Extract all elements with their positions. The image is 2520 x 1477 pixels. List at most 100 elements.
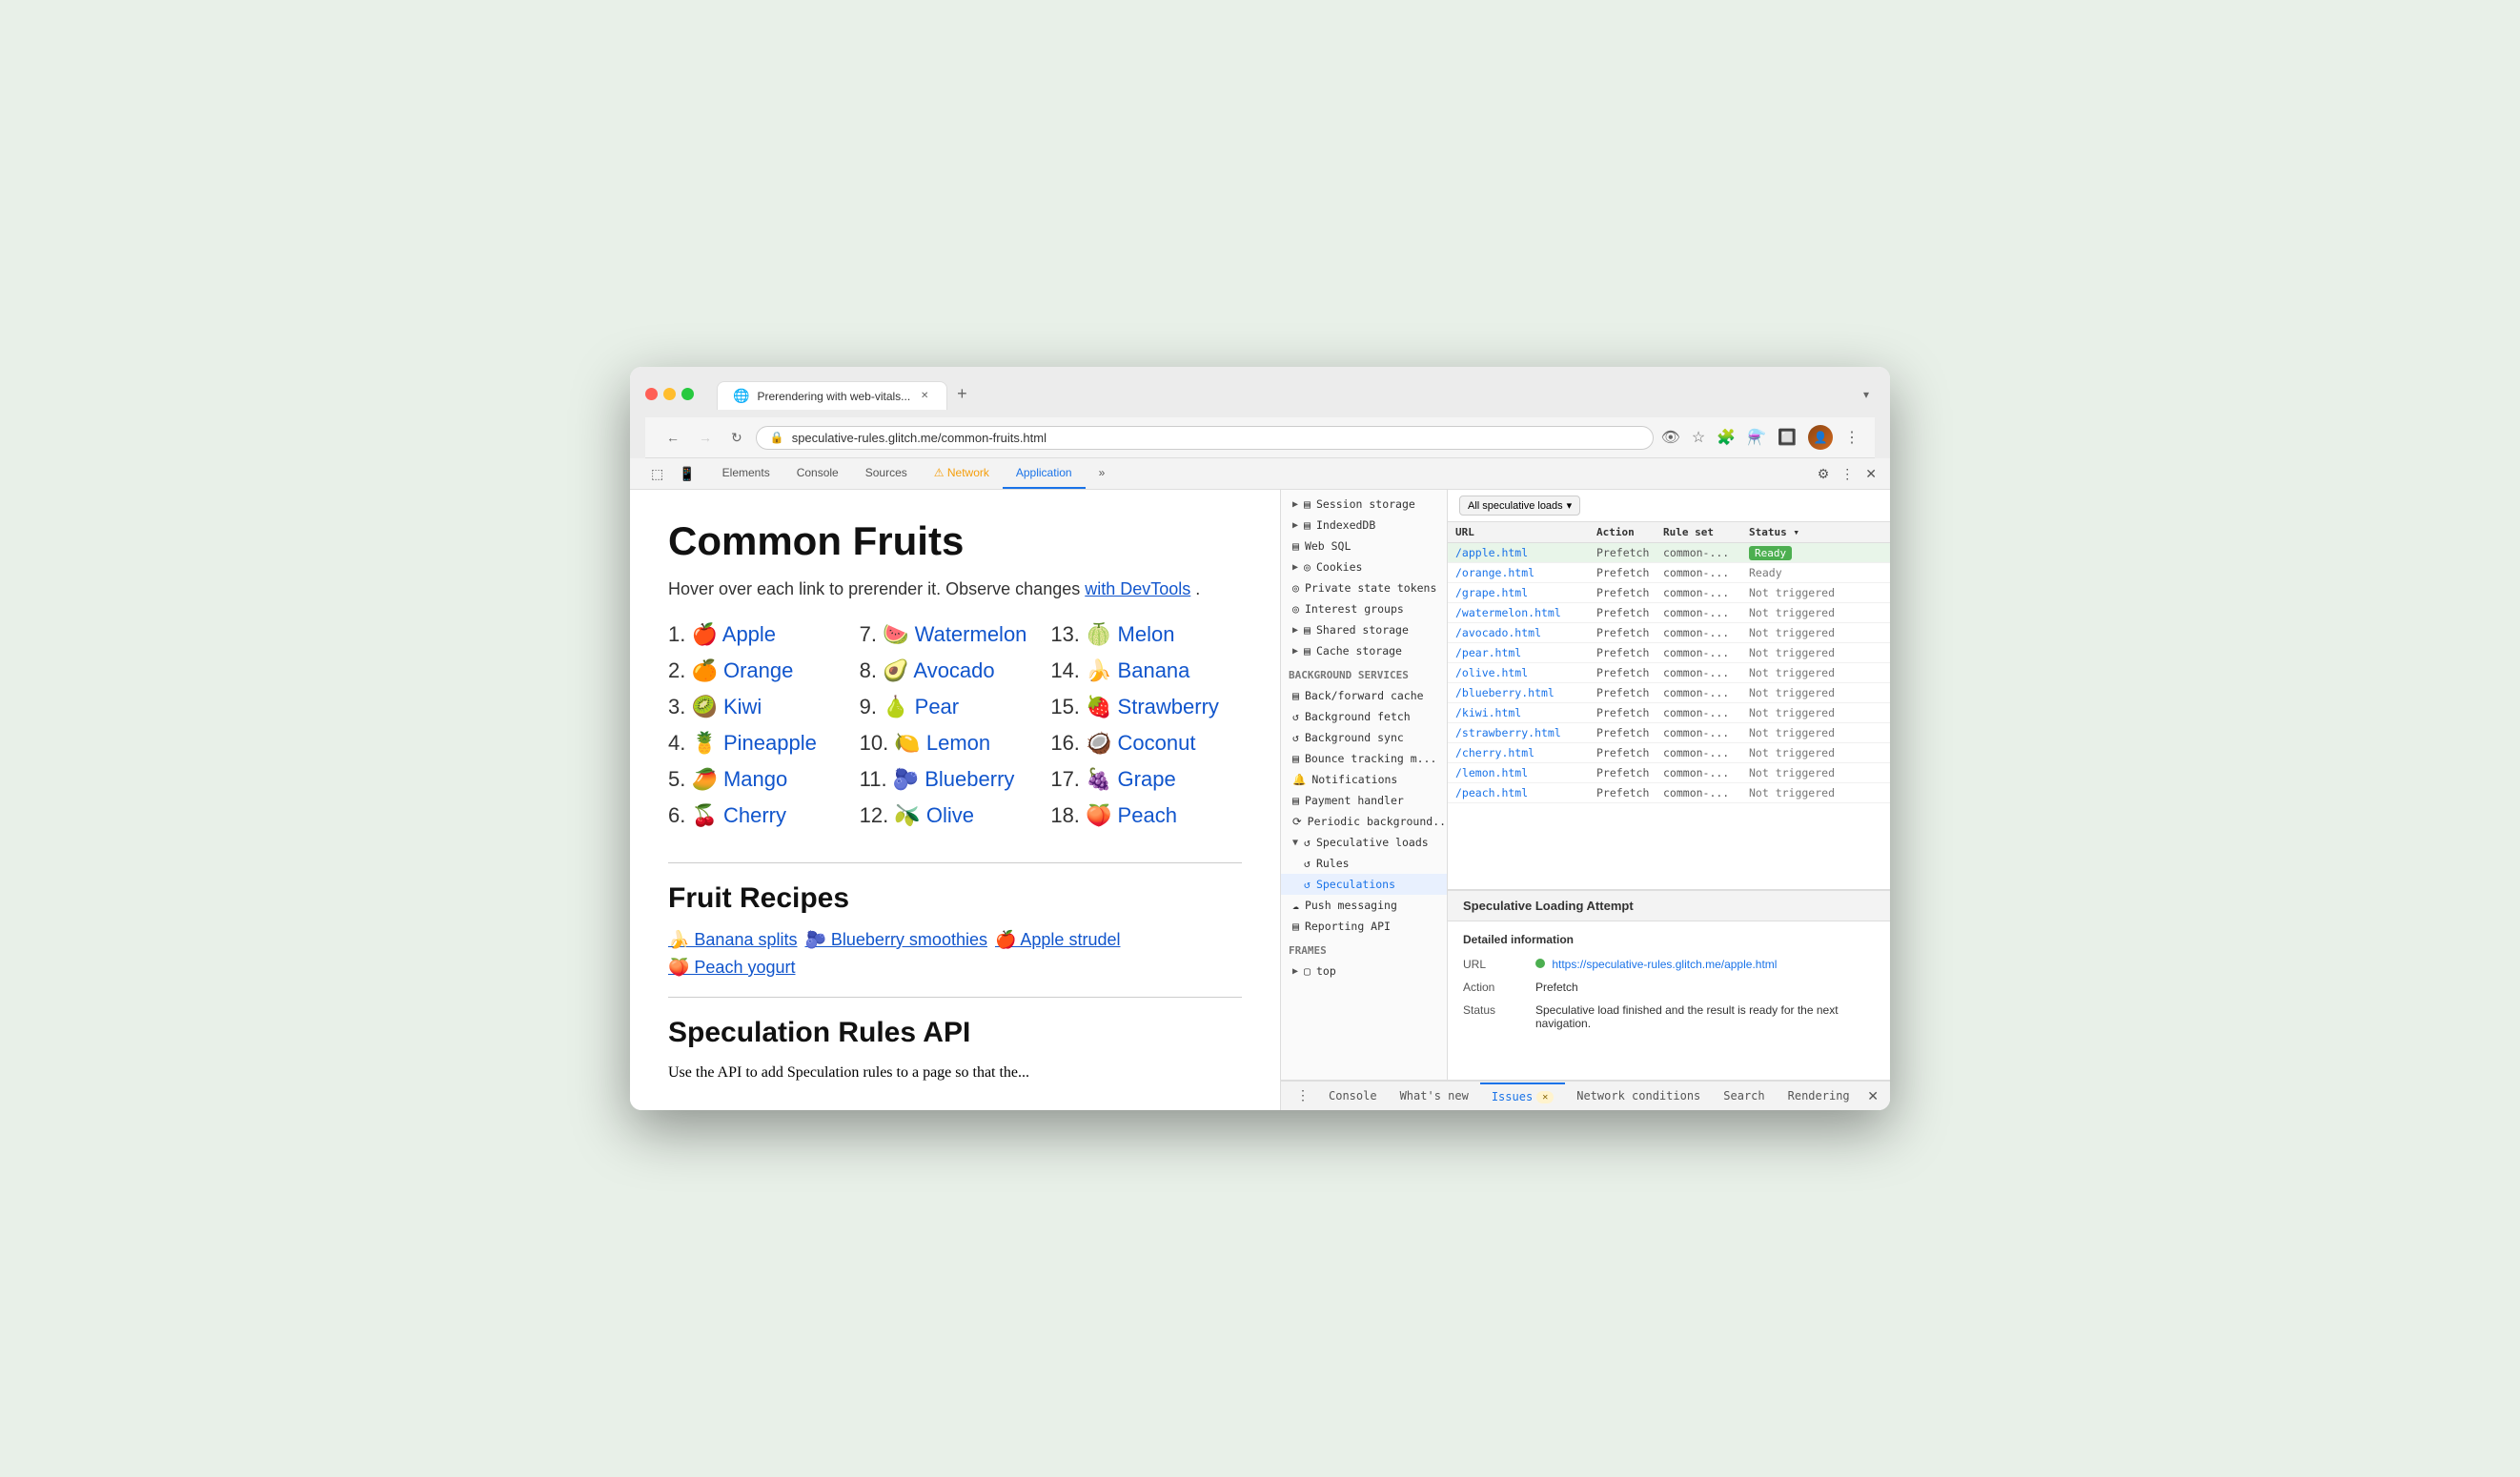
coconut-link[interactable]: Coconut xyxy=(1118,731,1196,755)
profile-icon[interactable]: ⚗️ xyxy=(1747,428,1766,447)
sidebar-item-cookies[interactable]: ▶ ◎ Cookies xyxy=(1281,556,1447,577)
tab-sources[interactable]: Sources xyxy=(852,458,921,489)
more-menu-icon[interactable]: ⋮ xyxy=(1844,428,1860,447)
sidebar-item-private-state[interactable]: ◎ Private state tokens xyxy=(1281,577,1447,598)
browser-tab[interactable]: 🌐 Prerendering with web-vitals... ✕ xyxy=(717,381,947,410)
devtools-link[interactable]: with DevTools xyxy=(1085,579,1190,598)
sidebar-item-rules[interactable]: ↺ Rules xyxy=(1281,853,1447,874)
table-row[interactable]: /orange.html Prefetch common-... Ready xyxy=(1448,563,1890,583)
sidebar-item-speculative-loads[interactable]: ▼ ↺ Speculative loads xyxy=(1281,832,1447,853)
avocado-link[interactable]: Avocado xyxy=(913,658,994,682)
peach-yogurt-link[interactable]: 🍑 Peach yogurt xyxy=(668,958,795,978)
table-row[interactable]: /kiwi.html Prefetch common-... Not trigg… xyxy=(1448,703,1890,723)
settings-button[interactable]: ⚙ xyxy=(1812,460,1836,488)
mango-link[interactable]: Mango xyxy=(723,767,787,791)
table-row[interactable]: /peach.html Prefetch common-... Not trig… xyxy=(1448,783,1890,803)
tab-more[interactable]: » xyxy=(1086,458,1119,489)
drawer-tab-rendering[interactable]: Rendering xyxy=(1777,1083,1861,1108)
sidebar-item-shared-storage[interactable]: ▶ ▤ Shared storage xyxy=(1281,619,1447,640)
drawer-tab-whats-new[interactable]: What's new xyxy=(1389,1083,1480,1108)
detail-url-link[interactable]: https://speculative-rules.glitch.me/appl… xyxy=(1552,958,1777,971)
sidebar-item-indexeddb[interactable]: ▶ ▤ IndexedDB xyxy=(1281,515,1447,536)
extension-icon[interactable]: 🧩 xyxy=(1717,428,1736,447)
col-action-header: Action xyxy=(1596,526,1663,538)
filter-button[interactable]: All speculative loads ▾ xyxy=(1459,496,1580,516)
melon-link[interactable]: Melon xyxy=(1118,622,1175,646)
new-tab-button[interactable]: + xyxy=(947,378,977,410)
watermelon-link[interactable]: Watermelon xyxy=(915,622,1027,646)
apple-link[interactable]: Apple xyxy=(722,622,776,646)
tab-close-button[interactable]: ✕ xyxy=(918,390,931,403)
sidebar-item-interest-groups[interactable]: ◎ Interest groups xyxy=(1281,598,1447,619)
lemon-link[interactable]: Lemon xyxy=(926,731,990,755)
extension2-icon[interactable]: 🔲 xyxy=(1778,428,1797,447)
table-row[interactable]: /cherry.html Prefetch common-... Not tri… xyxy=(1448,743,1890,763)
sidebar-item-session-storage[interactable]: ▶ ▤ Session storage xyxy=(1281,494,1447,515)
sidebar-item-top-frame[interactable]: ▶ ▢ top xyxy=(1281,961,1447,981)
filter-label: All speculative loads xyxy=(1468,500,1563,512)
table-row[interactable]: /blueberry.html Prefetch common-... Not … xyxy=(1448,683,1890,703)
eye-slash-icon[interactable]: 👁 xyxy=(1661,428,1680,447)
blueberry-link[interactable]: Blueberry xyxy=(925,767,1014,791)
drawer-tab-network-conditions[interactable]: Network conditions xyxy=(1565,1083,1712,1108)
reload-button[interactable]: ↻ xyxy=(725,426,748,450)
table-row[interactable]: /pear.html Prefetch common-... Not trigg… xyxy=(1448,643,1890,663)
inspect-element-button[interactable]: ⬚ xyxy=(645,460,669,488)
table-row[interactable]: /apple.html Prefetch common-... Ready xyxy=(1448,543,1890,563)
sidebar-item-websql[interactable]: ▤ Web SQL xyxy=(1281,536,1447,556)
banana-link[interactable]: Banana xyxy=(1118,658,1190,682)
strawberry-link[interactable]: Strawberry xyxy=(1118,695,1219,718)
blueberry-smoothies-link[interactable]: 🫐 Blueberry smoothies xyxy=(804,930,987,950)
pear-link[interactable]: Pear xyxy=(915,695,959,718)
address-input[interactable]: 🔒 speculative-rules.glitch.me/common-fru… xyxy=(756,426,1654,450)
table-row[interactable]: /strawberry.html Prefetch common-... Not… xyxy=(1448,723,1890,743)
tab-dropdown-button[interactable]: ▾ xyxy=(1858,382,1875,407)
tab-console[interactable]: Console xyxy=(783,458,852,489)
minimize-traffic-light[interactable] xyxy=(663,388,676,400)
maximize-traffic-light[interactable] xyxy=(681,388,694,400)
device-mode-button[interactable]: 📱 xyxy=(673,460,701,488)
forward-button[interactable]: → xyxy=(693,426,718,449)
sidebar-item-backforward[interactable]: ▤ Back/forward cache xyxy=(1281,685,1447,706)
sidebar-item-periodic-bg[interactable]: ⟳ Periodic background... xyxy=(1281,811,1447,832)
sidebar-item-speculations[interactable]: ↺ Speculations xyxy=(1281,874,1447,895)
peach-link[interactable]: Peach xyxy=(1118,803,1177,827)
table-row[interactable]: /grape.html Prefetch common-... Not trig… xyxy=(1448,583,1890,603)
tab-network[interactable]: ⚠ Network xyxy=(921,458,1003,489)
apple-strudel-link[interactable]: 🍎 Apple strudel xyxy=(995,930,1120,950)
close-traffic-light[interactable] xyxy=(645,388,658,400)
tab-application[interactable]: Application xyxy=(1003,458,1086,489)
sidebar-item-push-messaging[interactable]: ☁ Push messaging xyxy=(1281,895,1447,916)
table-row[interactable]: /olive.html Prefetch common-... Not trig… xyxy=(1448,663,1890,683)
grape-link[interactable]: Grape xyxy=(1118,767,1176,791)
sidebar-item-notifications[interactable]: 🔔 Notifications xyxy=(1281,769,1447,790)
sidebar-item-bounce-tracking[interactable]: ▤ Bounce tracking m... xyxy=(1281,748,1447,769)
drawer-menu-icon[interactable]: ⋮ xyxy=(1289,1084,1317,1107)
avatar[interactable]: 👤 xyxy=(1808,425,1833,450)
orange-link[interactable]: Orange xyxy=(723,658,793,682)
sidebar-item-cache-storage[interactable]: ▶ ▤ Cache storage xyxy=(1281,640,1447,661)
banana-splits-link[interactable]: 🍌 Banana splits xyxy=(668,930,797,950)
sidebar-item-reporting-api[interactable]: ▤ Reporting API xyxy=(1281,916,1447,937)
list-item: 18. 🍑 Peach xyxy=(1050,803,1242,828)
back-button[interactable]: ← xyxy=(660,426,685,449)
status-badge: Ready xyxy=(1749,546,1792,560)
sidebar-item-bg-sync[interactable]: ↺ Background sync xyxy=(1281,727,1447,748)
sidebar-item-payment[interactable]: ▤ Payment handler xyxy=(1281,790,1447,811)
table-row[interactable]: /watermelon.html Prefetch common-... Not… xyxy=(1448,603,1890,623)
olive-link[interactable]: Olive xyxy=(926,803,974,827)
kiwi-link[interactable]: Kiwi xyxy=(723,695,762,718)
tab-elements[interactable]: Elements xyxy=(709,458,783,489)
devtools-more-button[interactable]: ⋮ xyxy=(1835,460,1860,488)
table-row[interactable]: /avocado.html Prefetch common-... Not tr… xyxy=(1448,623,1890,643)
drawer-tab-search[interactable]: Search xyxy=(1712,1083,1776,1108)
sidebar-item-bg-fetch[interactable]: ↺ Background fetch xyxy=(1281,706,1447,727)
bookmark-icon[interactable]: ☆ xyxy=(1692,428,1705,447)
devtools-close-button[interactable]: ✕ xyxy=(1860,460,1882,488)
cherry-link[interactable]: Cherry xyxy=(723,803,786,827)
table-row[interactable]: /lemon.html Prefetch common-... Not trig… xyxy=(1448,763,1890,783)
drawer-tab-console[interactable]: Console xyxy=(1317,1083,1389,1108)
drawer-tab-issues[interactable]: Issues ✕ xyxy=(1480,1082,1565,1109)
drawer-close-button[interactable]: ✕ xyxy=(1863,1084,1882,1108)
pineapple-link[interactable]: Pineapple xyxy=(723,731,817,755)
